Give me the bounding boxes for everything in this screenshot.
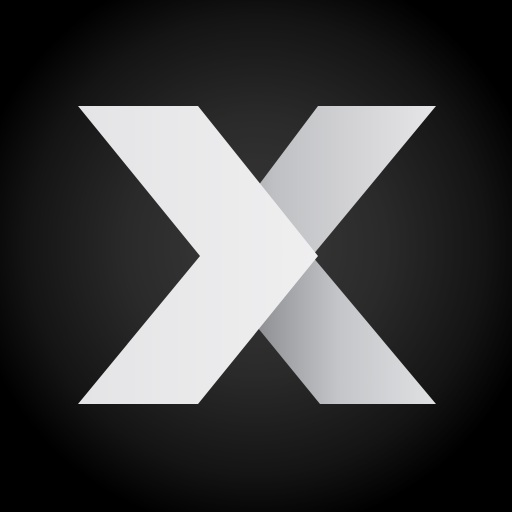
x-logo-icon	[78, 106, 436, 404]
x-left-chevron	[78, 106, 318, 404]
app-icon[interactable]	[0, 0, 512, 512]
